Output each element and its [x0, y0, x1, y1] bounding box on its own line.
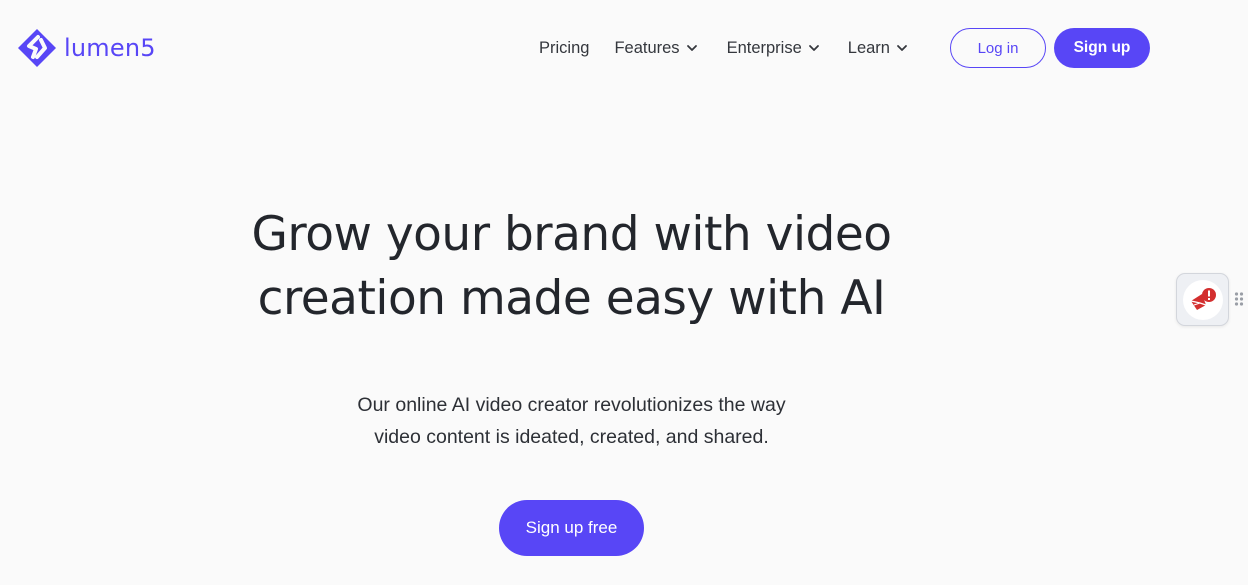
brand-name: lumen5 — [64, 34, 156, 62]
nav-item-label: Features — [614, 38, 680, 57]
chevron-down-icon — [808, 45, 819, 51]
lumen5-logo-icon — [18, 29, 56, 67]
signup-free-button[interactable]: Sign up free — [499, 500, 644, 556]
brand-logo[interactable]: lumen5 — [16, 27, 156, 69]
chevron-down-icon — [686, 45, 697, 51]
hero-subtitle: Our online AI video creator revolutioniz… — [0, 389, 1143, 453]
nav-item-enterprise[interactable]: Enterprise — [727, 39, 821, 58]
nav-item-label: Learn — [847, 38, 890, 57]
main-nav: Pricing Features Enterprise Learn — [539, 28, 909, 68]
extension-widget-badge — [1182, 279, 1223, 320]
hero-title-line-1: Grow your brand with video — [251, 207, 892, 262]
mail-alert-icon — [1190, 287, 1216, 310]
chevron-down-icon — [897, 45, 907, 51]
hero-title: Grow your brand with video creation made… — [0, 203, 1143, 331]
signup-button[interactable]: Sign up — [1054, 28, 1150, 68]
hero-title-line-2: creation made easy with AI — [257, 271, 886, 326]
nav-item-label: Pricing — [539, 38, 590, 57]
nav-item-features[interactable]: Features — [614, 39, 698, 58]
login-button[interactable]: Log in — [950, 28, 1046, 68]
drag-handle-icon[interactable] — [1234, 291, 1244, 307]
nav-item-label: Enterprise — [726, 38, 802, 57]
nav-item-pricing[interactable]: Pricing — [539, 39, 589, 58]
site-header: lumen5 Pricing Features Enterprise Learn… — [0, 0, 1248, 95]
nav-item-learn[interactable]: Learn — [848, 39, 909, 58]
hero-subtitle-line-2: video content is ideated, created, and s… — [374, 426, 769, 448]
hero-subtitle-line-1: Our online AI video creator revolutioniz… — [357, 394, 786, 416]
extension-widget[interactable] — [1176, 273, 1229, 326]
